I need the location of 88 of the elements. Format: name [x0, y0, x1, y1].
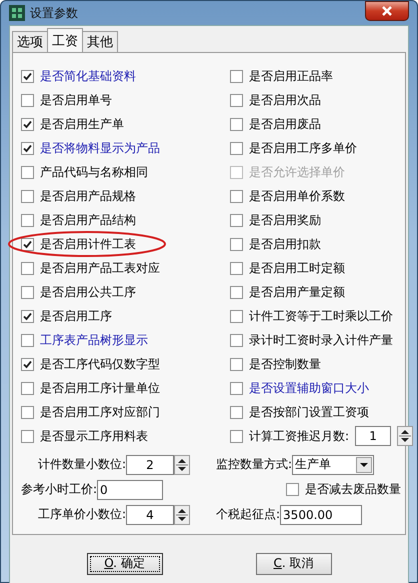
- option-label: 是否显示工序用料表: [40, 428, 148, 444]
- checkbox[interactable]: [230, 94, 243, 106]
- checkbox[interactable]: [21, 406, 34, 418]
- checkbox[interactable]: [21, 382, 34, 394]
- option-label: 是否简化基础资料: [40, 68, 136, 84]
- close-button[interactable]: [365, 1, 409, 21]
- option-label: 是否启用工序: [40, 308, 112, 324]
- number-field[interactable]: 2: [126, 454, 174, 474]
- checkbox[interactable]: [230, 214, 243, 226]
- field-label: 参考小时工价:: [21, 481, 98, 498]
- checkbox[interactable]: [230, 382, 243, 394]
- checkbox[interactable]: [21, 262, 34, 274]
- option-label: 是否启用单号: [40, 92, 112, 108]
- checkbox[interactable]: [230, 70, 243, 82]
- checkbox[interactable]: [230, 142, 243, 154]
- spinner-arrows-icon[interactable]: [174, 454, 190, 474]
- option-label: 是否启用生产单: [40, 116, 124, 132]
- option-label: 计件工资等于工时乘以工价: [249, 308, 393, 324]
- dropdown[interactable]: 生产单: [292, 454, 374, 474]
- tab[interactable]: 工资: [47, 28, 83, 52]
- app-icon: [9, 5, 25, 21]
- option-label: 是否启用产品工表对应: [40, 260, 160, 276]
- checkbox[interactable]: [21, 238, 34, 250]
- checkbox[interactable]: [230, 238, 243, 250]
- option-label: 是否启用次品: [249, 92, 321, 108]
- checkbox[interactable]: [230, 190, 243, 202]
- option-label: 是否启用工序多单价: [249, 140, 357, 156]
- number-field[interactable]: 4: [126, 504, 174, 524]
- option-label: 是否启用奖励: [249, 212, 321, 228]
- option-label: 是否启用正品率: [249, 68, 333, 84]
- dialog-button[interactable]: O. 确定: [86, 552, 162, 574]
- option-label: 是否允许选择单价: [249, 164, 345, 180]
- option-label: 产品代码与名称相同: [40, 164, 148, 180]
- option-label: 是否启用计件工表: [40, 236, 136, 252]
- option-label: 是否启用产量定额: [249, 284, 345, 300]
- checkbox[interactable]: [21, 70, 34, 82]
- option-label: 是否启用公共工序: [40, 284, 136, 300]
- checkbox[interactable]: [230, 310, 243, 322]
- checkbox[interactable]: [21, 358, 34, 370]
- option-label: 工序表产品树形显示: [40, 332, 148, 348]
- checkbox[interactable]: [230, 286, 243, 298]
- checkbox[interactable]: [21, 118, 34, 130]
- option-label: 是否启用单价系数: [249, 188, 345, 204]
- checkbox[interactable]: [230, 358, 243, 370]
- option-label: 是否启用工序计量单位: [40, 380, 160, 396]
- option-label: 是否启用工时定额: [249, 260, 345, 276]
- checkbox[interactable]: [21, 142, 34, 154]
- checkbox[interactable]: [21, 190, 34, 202]
- option-label: 是否控制数量: [249, 356, 321, 372]
- checkbox[interactable]: [286, 483, 299, 496]
- option-label: 是否将物料显示为产品: [40, 140, 160, 156]
- spinner-arrows-icon[interactable]: [174, 504, 190, 524]
- option-label: 是否启用废品: [249, 116, 321, 132]
- tab[interactable]: 选项: [12, 31, 48, 52]
- spinner-arrows-icon[interactable]: [397, 426, 414, 446]
- text-field[interactable]: 3500.00: [280, 504, 362, 524]
- checkbox[interactable]: [21, 214, 34, 226]
- checkbox[interactable]: [230, 430, 243, 442]
- option-label: 录计时工资时录入计件产量: [249, 332, 393, 348]
- checkbox[interactable]: [21, 334, 34, 346]
- months-field[interactable]: 1: [355, 426, 392, 446]
- checkbox[interactable]: [21, 94, 34, 106]
- text-field[interactable]: 0: [97, 480, 164, 500]
- checkbox[interactable]: [230, 334, 243, 346]
- field-label: 监控数量方式:: [216, 456, 292, 473]
- option-label: 是否按部门设置工资项: [249, 404, 369, 420]
- close-icon: [382, 6, 392, 16]
- tab[interactable]: 其他: [82, 31, 118, 52]
- field-label: 个税起征点:: [216, 506, 280, 523]
- window-title: 设置参数: [30, 4, 78, 22]
- option-label: 是否启用产品结构: [40, 212, 136, 228]
- option-label: 计算工资推迟月数:: [249, 428, 350, 444]
- field-label: 计件数量小数位:: [38, 456, 126, 473]
- checkbox[interactable]: [230, 406, 243, 418]
- option-label: 是否设置辅助窗口大小: [249, 380, 369, 396]
- checkbox[interactable]: [21, 166, 34, 178]
- checkbox[interactable]: [21, 286, 34, 298]
- option-label: 是否工序代码仅数字型: [40, 356, 160, 372]
- checkbox[interactable]: [230, 262, 243, 274]
- option-label: 是否减去废品数量: [305, 481, 401, 498]
- checkbox[interactable]: [230, 118, 243, 130]
- checkbox[interactable]: [21, 430, 34, 442]
- option-label: 是否启用产品规格: [40, 188, 136, 204]
- option-label: 是否启用扣款: [249, 236, 321, 252]
- field-label: 工序单价小数位:: [38, 506, 126, 523]
- option-label: 是否启用工序对应部门: [40, 404, 160, 420]
- checkbox[interactable]: [21, 310, 34, 322]
- dialog-button[interactable]: C. 取消: [256, 552, 332, 574]
